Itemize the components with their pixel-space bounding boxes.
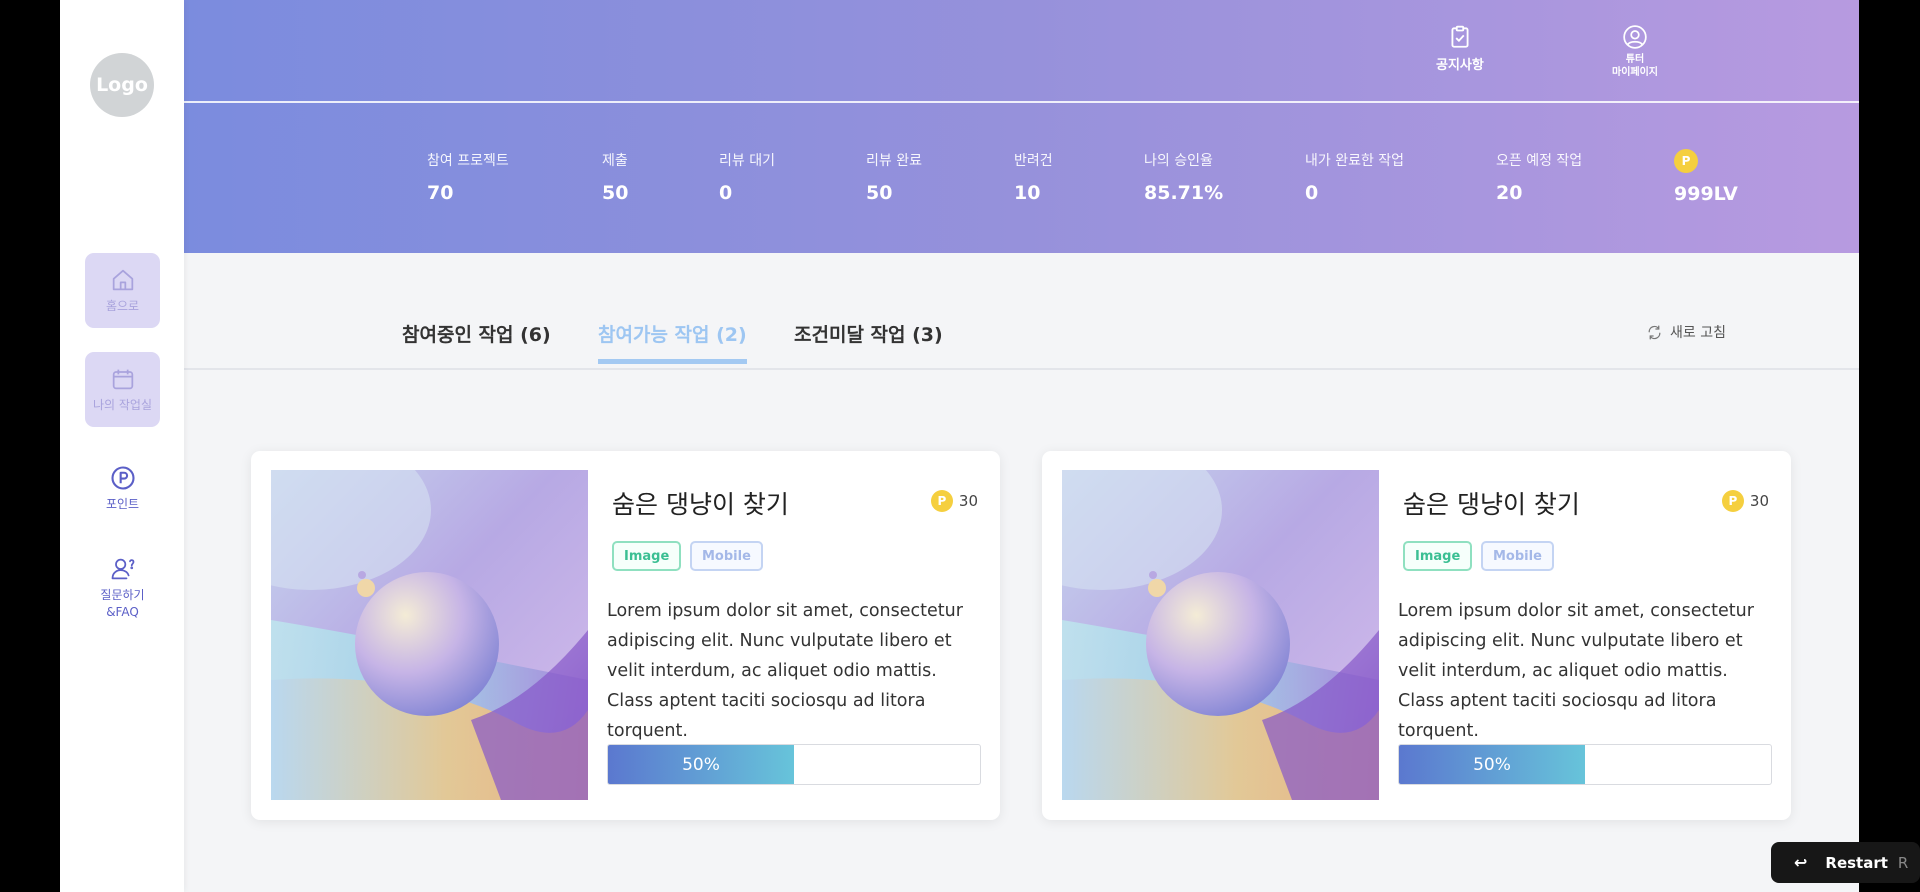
tag-mobile: Mobile [1481,541,1554,571]
stat-label: 리뷰 완료 [866,153,922,169]
sidebar-item-faq[interactable]: 질문하기 &FAQ [85,550,160,625]
stat-review-waiting: 리뷰 대기 0 [719,150,775,204]
stat-label: 반려건 [1014,153,1053,169]
sidebar-item-label: 홈으로 [105,299,140,314]
task-points: P 30 [930,490,978,512]
tag-image: Image [612,541,682,571]
point-coin-icon: P [930,490,953,512]
stat-projects: 참여 프로젝트 70 [427,150,509,204]
sidebar-item-label: 질문하기 &FAQ [100,588,145,619]
sidebar-item-label: 포인트 [105,497,140,512]
mypage-label: 튜터 마이페이지 [1612,54,1658,78]
tab-unqualified[interactable]: 조건미달 작업 (3) [794,320,943,359]
home-icon [112,270,133,291]
notice-label: 공지사항 [1436,58,1484,73]
task-description: Lorem ipsum dolor sit amet, consectetur … [1398,601,1754,741]
stat-label: 리뷰 대기 [719,153,775,169]
stat-value: 20 [1496,182,1523,204]
restart-button[interactable]: ↩ Restart R [1771,842,1920,883]
refresh-icon [1648,324,1661,340]
progress-fill: 50% [1399,745,1585,784]
app-frame: Logo 홈으로 나의 작업실 포인트 질문하기 &FAQ 공지사항 튜터 마이… [60,0,1859,892]
progress-fill: 50% [608,745,794,784]
tag-image: Image [1403,541,1473,571]
stat-value: 0 [719,182,733,204]
restart-label: Restart [1825,853,1888,872]
progress-bar: 50% [607,744,981,785]
calendar-icon [112,370,133,390]
stat-value: 0 [1305,182,1319,204]
stat-level: P 999LV [1674,149,1738,205]
stat-value: 85.71% [1144,182,1224,204]
logo[interactable]: Logo [90,53,154,117]
tab-available[interactable]: 참여가능 작업 (2) [598,320,747,364]
stat-value: 50 [602,182,629,204]
progress-bar: 50% [1398,744,1772,785]
stat-value: 70 [427,182,454,204]
sidebar: Logo 홈으로 나의 작업실 포인트 질문하기 &FAQ [60,0,184,892]
stat-review-done: 리뷰 완료 50 [866,150,922,204]
task-title: 숨은 댕냥이 찾기 [1403,490,1580,519]
user-circle-icon [1623,25,1647,49]
stat-completed: 내가 완료한 작업 0 [1305,150,1404,204]
stat-label: 나의 승인율 [1144,153,1213,169]
undo-arrow-icon: ↩ [1794,853,1808,872]
stat-rejected: 반려건 10 [1014,150,1053,204]
refresh-button[interactable]: 새로 고침 [1646,322,1726,342]
point-coin-icon: P [1674,149,1698,173]
points-value: 30 [1749,492,1769,510]
stat-upcoming: 오픈 예정 작업 20 [1496,150,1582,204]
clipboard-check-icon [1451,25,1469,48]
tab-in-progress[interactable]: 참여중인 작업 (6) [402,320,551,359]
stat-label: 내가 완료한 작업 [1305,153,1405,169]
top-bar: 공지사항 튜터 마이페이지 [184,0,1859,103]
task-description: Lorem ipsum dolor sit amet, consectetur … [607,601,963,741]
stat-label: 참여 프로젝트 [427,153,509,169]
sidebar-item-home[interactable]: 홈으로 [85,253,160,328]
point-coin-icon: P [1721,490,1744,512]
task-thumbnail [271,470,588,800]
tag-mobile: Mobile [690,541,763,571]
user-question-icon [111,559,134,580]
task-points: P 30 [1721,490,1769,512]
tab-bar: 참여중인 작업 (6) 참여가능 작업 (2) 조건미달 작업 (3) 새로 고… [184,253,1859,370]
stat-label: 제출 [602,153,628,169]
points-value: 30 [958,492,978,510]
stat-submitted: 제출 50 [602,150,628,204]
sidebar-item-label: 나의 작업실 [92,398,152,413]
sidebar-item-workroom[interactable]: 나의 작업실 [85,352,160,427]
restart-shortcut: R [1897,853,1909,872]
stat-value: 999LV [1674,183,1738,205]
stat-value: 50 [866,182,893,204]
points-icon [110,466,135,490]
refresh-label: 새로 고침 [1670,325,1726,341]
task-card[interactable]: 숨은 댕냥이 찾기 P 30 Image Mobile Lorem ipsum … [251,451,1000,820]
stat-label: 오픈 예정 작업 [1496,153,1583,169]
stat-approval-rate: 나의 승인율 85.71% [1144,150,1223,204]
task-title: 숨은 댕냥이 찾기 [612,490,789,519]
task-card[interactable]: 숨은 댕냥이 찾기 P 30 Image Mobile Lorem ipsum … [1042,451,1791,820]
notice-link[interactable]: 공지사항 [1436,24,1484,73]
task-thumbnail [1062,470,1379,800]
mypage-link[interactable]: 튜터 마이페이지 [1612,24,1658,79]
sidebar-item-points[interactable]: 포인트 [85,451,160,526]
stat-value: 10 [1014,182,1041,204]
header: 공지사항 튜터 마이페이지 참여 프로젝트 70 제출 50 리뷰 대기 0 리… [184,0,1859,253]
